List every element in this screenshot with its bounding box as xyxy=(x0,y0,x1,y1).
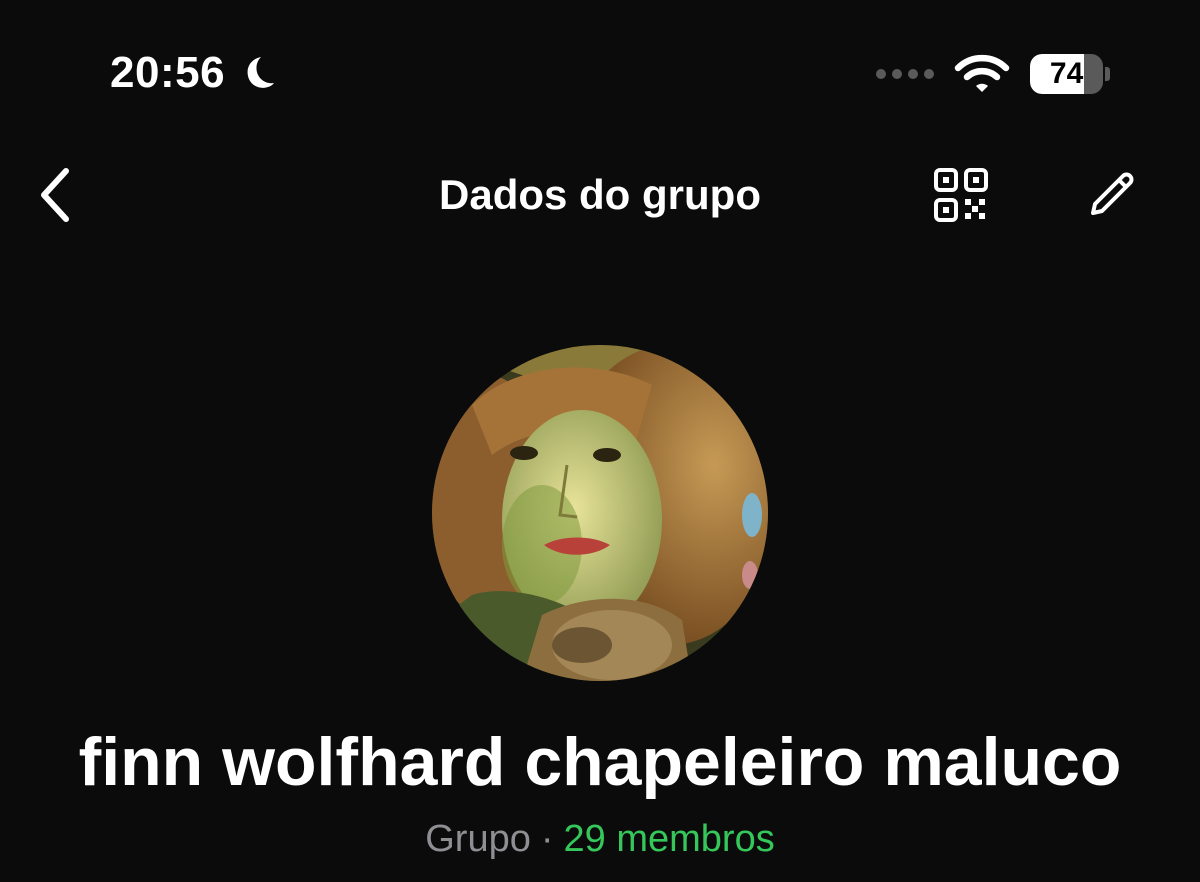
subtitle-separator: · xyxy=(540,818,554,860)
members-count-link[interactable]: 29 membros xyxy=(564,818,775,860)
qr-code-button[interactable] xyxy=(928,162,994,228)
status-indicators: 74 xyxy=(876,52,1110,96)
group-type-label: Grupo xyxy=(425,818,531,860)
qr-code-icon xyxy=(934,168,988,222)
group-photo xyxy=(432,345,768,681)
status-bar: 20:56 74 xyxy=(0,0,1200,140)
pencil-icon xyxy=(1091,172,1134,215)
group-avatar[interactable] xyxy=(432,345,768,681)
navigation-header: Dados do grupo xyxy=(0,150,1200,240)
battery-cap xyxy=(1105,67,1110,81)
battery-indicator: 74 xyxy=(1030,54,1110,94)
wifi-icon xyxy=(954,54,1010,92)
back-button[interactable] xyxy=(26,160,86,230)
moon-icon xyxy=(247,57,275,88)
chevron-left-icon xyxy=(41,168,69,222)
battery-percentage: 74 xyxy=(1049,57,1084,90)
battery-body: 74 xyxy=(1030,54,1104,94)
status-time-group: 20:56 xyxy=(110,48,277,98)
cellular-signal-icon xyxy=(876,69,934,79)
status-time: 20:56 xyxy=(110,48,226,97)
page-title: Dados do grupo xyxy=(439,171,761,218)
group-subtitle: Grupo · 29 membros xyxy=(0,816,1200,862)
edit-button[interactable] xyxy=(1078,162,1144,228)
group-name: finn wolfhard chapeleiro maluco xyxy=(78,724,1122,800)
